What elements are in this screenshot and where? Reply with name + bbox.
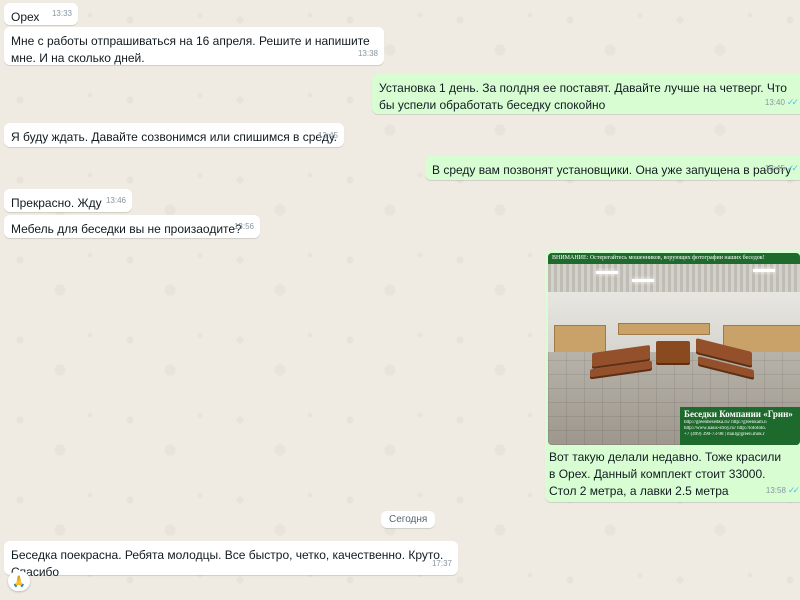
message-outgoing[interactable]: Установка 1 день. За полдня ее поставят.… — [372, 74, 800, 114]
message-time: 13:56 — [233, 222, 254, 231]
message-incoming[interactable]: Мне с работы отпрашиваться на 16 апреля.… — [4, 27, 384, 65]
photo-caption-title: Беседки Компании «Грин» — [684, 409, 793, 419]
message-text: Я буду ждать. Давайте созвонимся или спи… — [11, 130, 337, 144]
message-text: Мебель для беседки вы не произаодите? — [11, 222, 242, 236]
message-time: 13:58 — [765, 486, 786, 495]
praying-hands-icon: 🙏 — [12, 575, 26, 588]
photo-lamp — [753, 269, 775, 272]
photo-table — [656, 341, 690, 363]
message-time: 13:33 — [51, 9, 72, 18]
message-text: В среду вам позвонят установщики. Она уж… — [432, 163, 792, 177]
message-time: 13:45 — [317, 131, 338, 140]
message-text: Вот такую делали недавно. Тоже красили в… — [549, 450, 782, 498]
message-incoming[interactable]: Я буду ждать. Давайте созвонимся или спи… — [4, 123, 344, 147]
message-time: 13:46 — [105, 196, 126, 205]
chat-window: Орех 13:33 Мне с работы отпрашиваться на… — [0, 0, 800, 600]
furniture-photo[interactable]: ВНИМАНИЕ: Остерегайтесь мошенников, вору… — [548, 253, 800, 445]
message-time: 13:38 — [357, 49, 378, 58]
message-time: 13:45 — [764, 164, 785, 173]
double-check-icon: ✓✓ — [786, 97, 799, 107]
message-time: 17:37 — [431, 559, 452, 568]
message-meta: 13:45 ✓✓ — [764, 160, 799, 177]
message-meta: 13:40 ✓✓ — [764, 94, 799, 111]
photo-workbench — [618, 323, 710, 335]
message-outgoing-photo[interactable]: ВНИМАНИЕ: Остерегайтесь мошенников, вору… — [545, 250, 800, 502]
message-text: Мне с работы отпрашиваться на 16 апреля.… — [11, 34, 370, 65]
photo-lamp — [632, 279, 654, 282]
message-incoming[interactable]: Мебель для беседки вы не произаодите? 13… — [4, 215, 260, 238]
photo-caption: Беседки Компании «Грин» http://greenbese… — [680, 407, 800, 445]
double-check-icon: ✓✓ — [786, 163, 799, 173]
photo-caption-line: +7 (499) 390-73-98 | mail@green.mok.r — [684, 432, 765, 437]
double-check-icon: ✓✓ — [787, 485, 800, 495]
message-incoming[interactable]: Беседка поекрасна. Ребята молодцы. Все б… — [4, 541, 458, 579]
message-text: Установка 1 день. За полдня ее поставят.… — [379, 81, 787, 112]
message-meta: 13:58 ✓✓ — [765, 482, 800, 499]
message-text: Беседка поекрасна. Ребята молодцы. Все б… — [11, 548, 444, 579]
photo-lamp — [596, 271, 618, 274]
photo-banner: ВНИМАНИЕ: Остерегайтесь мошенников, вору… — [548, 253, 800, 264]
reaction-badge[interactable]: 🙏 — [8, 571, 30, 591]
message-outgoing[interactable]: В среду вам позвонят установщики. Она уж… — [425, 156, 800, 180]
date-separator: Сегодня — [381, 511, 436, 528]
message-incoming[interactable]: Орех 13:33 — [4, 3, 78, 25]
message-time: 13:40 — [764, 98, 785, 107]
message-incoming[interactable]: Прекрасно. Жду 13:46 — [4, 189, 132, 212]
